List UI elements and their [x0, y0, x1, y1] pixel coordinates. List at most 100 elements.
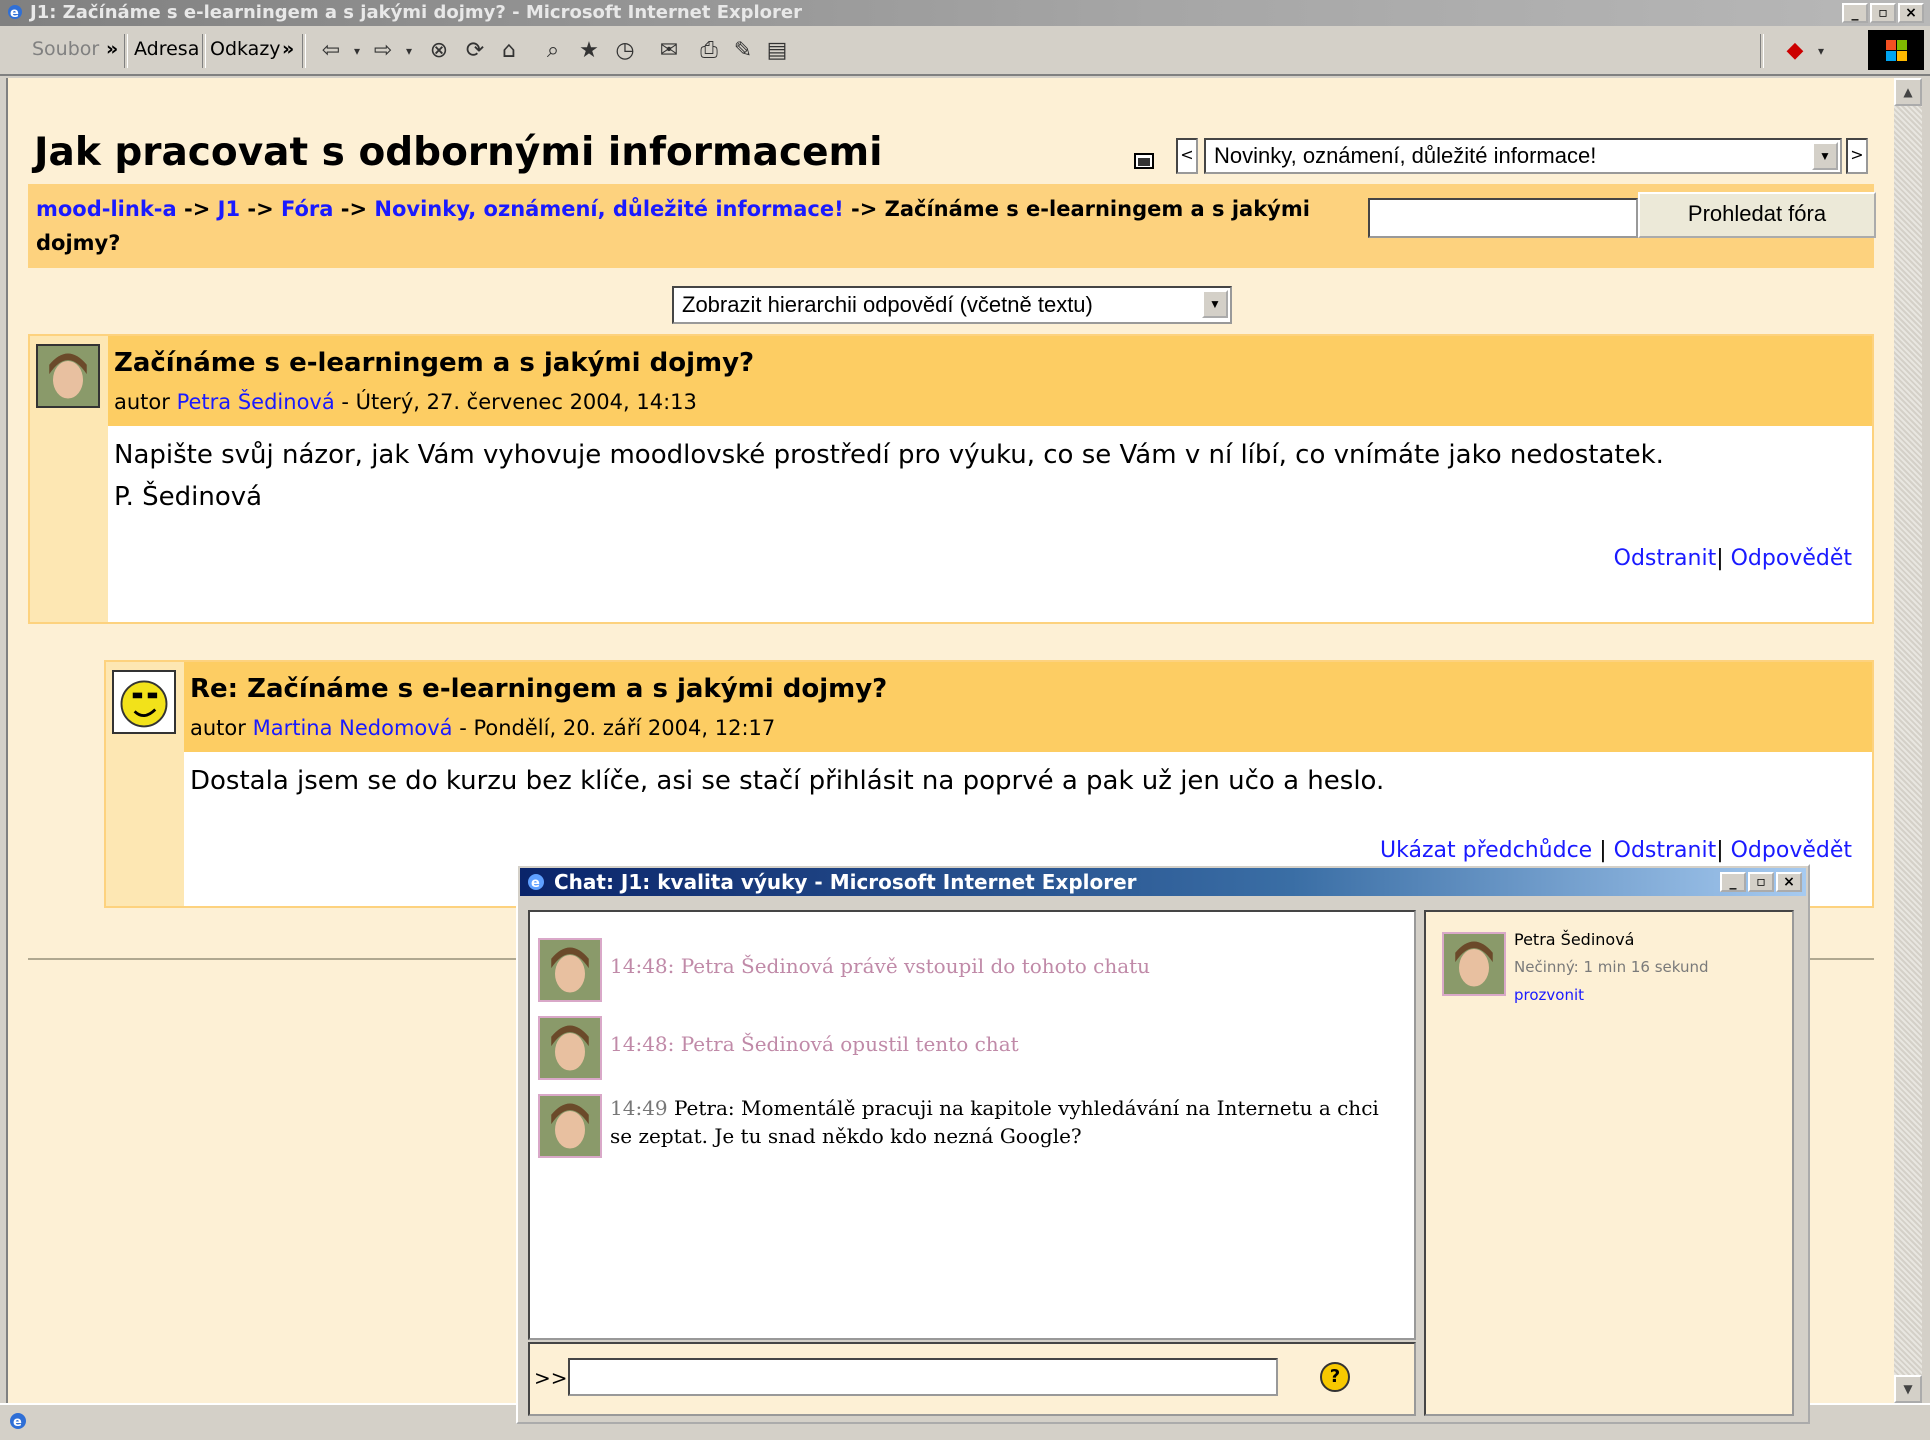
browser-toolbar: Soubor » Adresa Odkazy » ⇦ ▾ ⇨ ▾ ⊗ ⟳ ⌂ ⌕… — [0, 26, 1930, 76]
chat-message-input[interactable] — [568, 1358, 1278, 1396]
home-icon[interactable]: ⌂ — [496, 38, 522, 64]
toolbar-chevron-1[interactable]: » — [106, 38, 118, 60]
breadcrumb-course[interactable]: J1 — [218, 197, 240, 221]
user-name: Petra Šedinová — [1514, 930, 1635, 949]
refresh-icon[interactable]: ⟳ — [462, 38, 488, 64]
author-link[interactable]: Martina Nedomová — [253, 716, 453, 740]
chat-window: e Chat: J1: kvalita výuky - Microsoft In… — [516, 864, 1810, 1424]
avatar — [538, 938, 602, 1002]
maximize-button[interactable]: ▫ — [1870, 3, 1896, 23]
toolbar-separator — [124, 34, 128, 68]
back-icon[interactable]: ⇦ — [318, 38, 344, 64]
forward-dropdown-icon[interactable]: ▾ — [396, 38, 422, 64]
favorites-icon[interactable]: ★ — [576, 38, 602, 64]
post-body-line: Dostala jsem se do kurzu bez klíče, asi … — [190, 766, 1385, 796]
scroll-down-icon[interactable]: ▼ — [1894, 1375, 1922, 1403]
toolbar-chevron-2[interactable]: » — [282, 38, 294, 60]
forum-jump-select[interactable]: Novinky, oznámení, důležité informace! ▼ — [1204, 138, 1842, 174]
acrobat-dropdown-icon[interactable]: ▾ — [1808, 38, 1834, 64]
forward-icon[interactable]: ⇨ — [370, 38, 396, 64]
scroll-up-icon[interactable]: ▲ — [1894, 78, 1922, 106]
forum-jump-value: Novinky, oznámení, důležité informace! — [1214, 143, 1597, 168]
chevron-down-icon[interactable]: ▼ — [1202, 290, 1228, 318]
message-time: 14:49 — [610, 1096, 668, 1120]
chat-system-message: 14:48: Petra Šedinová opustil tento chat — [610, 1032, 1019, 1056]
post-body: Napište svůj názor, jak Vám vyhovuje moo… — [114, 434, 1862, 518]
reply-link[interactable]: Odpovědět — [1731, 838, 1852, 863]
display-mode-select[interactable]: Zobrazit hierarchii odpovědí (včetně tex… — [672, 286, 1232, 324]
search-forums-button[interactable]: Prohledat fóra — [1638, 192, 1876, 238]
post-subject: Začínáme s e-learningem a s jakými dojmy… — [114, 348, 755, 378]
chat-messages-pane: 14:48: Petra Šedinová právě vstoupil do … — [528, 910, 1416, 1340]
windows-logo-icon — [1868, 30, 1924, 70]
avatar — [538, 1094, 602, 1158]
search-icon[interactable]: ⌕ — [540, 38, 566, 64]
beep-link[interactable]: prozvonit — [1514, 986, 1584, 1004]
chat-prompt: >> — [534, 1366, 568, 1390]
post-commands: Odstranit| Odpovědět — [1613, 546, 1852, 571]
show-parent-link[interactable]: Ukázat předchůdce — [1380, 838, 1592, 863]
chat-system-message: 14:48: Petra Šedinová právě vstoupil do … — [610, 954, 1151, 978]
delete-link[interactable]: Odstranit — [1614, 546, 1717, 571]
chevron-down-icon[interactable]: ▼ — [1812, 142, 1838, 170]
breadcrumb-separator: -> — [851, 197, 878, 221]
back-dropdown-icon[interactable]: ▾ — [344, 38, 370, 64]
post-subject: Re: Začínáme s e-learningem a s jakými d… — [190, 674, 888, 704]
avatar — [538, 1016, 602, 1080]
chat-input-area: >> ? — [528, 1342, 1416, 1416]
breadcrumb-forums[interactable]: Fóra — [281, 197, 333, 221]
post-body-line: P. Šedinová — [114, 482, 263, 512]
help-icon[interactable]: ? — [1320, 1362, 1350, 1392]
file-menu[interactable]: Soubor — [32, 38, 99, 60]
post-sidebar — [30, 336, 108, 622]
minimize-button[interactable]: _ — [1720, 872, 1746, 892]
chat-titlebar: e Chat: J1: kvalita výuky - Microsoft In… — [520, 868, 1806, 896]
breadcrumb: mood-link-a -> J1 -> Fóra -> Novinky, oz… — [36, 192, 1316, 260]
ie-logo-icon: e — [528, 874, 544, 891]
acrobat-icon[interactable]: ◆ — [1782, 38, 1808, 64]
minimize-button[interactable]: _ — [1842, 3, 1868, 23]
vertical-scrollbar[interactable]: ▲ ▼ — [1894, 78, 1922, 1403]
avatar[interactable] — [1442, 932, 1506, 996]
links-bar-button[interactable]: Odkazy — [210, 38, 281, 60]
chat-user-message: 14:49 Petra: Momentálě pracuji na kapito… — [610, 1094, 1379, 1150]
message-sender: Petra: — [674, 1096, 735, 1120]
address-bar-button[interactable]: Adresa — [134, 38, 199, 60]
forum-jump-icon[interactable] — [1133, 150, 1155, 172]
svg-text:e: e — [531, 876, 540, 891]
discuss-icon[interactable]: ▤ — [764, 38, 790, 64]
author-prefix: autor — [114, 390, 170, 414]
close-button[interactable]: × — [1898, 3, 1924, 23]
post-date: - Pondělí, 20. září 2004, 12:17 — [459, 716, 776, 740]
user-idle-status: Nečinný: 1 min 16 sekund — [1514, 958, 1709, 976]
delete-link[interactable]: Odstranit — [1614, 838, 1717, 863]
close-button[interactable]: × — [1776, 872, 1802, 892]
author-link[interactable]: Petra Šedinová — [177, 390, 335, 414]
mail-icon[interactable]: ✉ — [656, 38, 682, 64]
avatar[interactable] — [36, 344, 100, 408]
ie-page-icon: e — [10, 1413, 26, 1430]
toolbar-separator — [1760, 34, 1764, 68]
history-icon[interactable]: ◷ — [612, 38, 638, 64]
next-forum-button[interactable]: > — [1846, 138, 1868, 174]
stop-icon[interactable]: ⊗ — [426, 38, 452, 64]
breadcrumb-site[interactable]: mood-link-a — [36, 197, 177, 221]
toolbar-separator — [302, 34, 306, 68]
edit-icon[interactable]: ✎ — [730, 38, 756, 64]
previous-forum-button[interactable]: < — [1176, 138, 1198, 174]
avatar[interactable] — [112, 670, 176, 734]
post-body: Dostala jsem se do kurzu bez klíče, asi … — [190, 760, 1862, 802]
maximize-button[interactable]: ▫ — [1748, 872, 1774, 892]
toolbar-separator — [202, 34, 206, 68]
browser-titlebar: e J1: Začínáme s e-learningem a s jakými… — [0, 0, 1930, 26]
print-icon[interactable]: ⎙ — [696, 38, 722, 64]
page-title: Jak pracovat s odbornými informacemi — [34, 130, 883, 175]
forum-search-input[interactable] — [1368, 198, 1638, 238]
display-mode-value: Zobrazit hierarchii odpovědí (včetně tex… — [682, 292, 1093, 317]
breadcrumb-forum[interactable]: Novinky, oznámení, důležité informace! — [374, 197, 843, 221]
post-byline: autor Martina Nedomová - Pondělí, 20. zá… — [190, 716, 775, 740]
forum-post: Začínáme s e-learningem a s jakými dojmy… — [28, 334, 1874, 624]
svg-text:e: e — [10, 6, 19, 21]
post-body-line: Napište svůj názor, jak Vám vyhovuje moo… — [114, 440, 1664, 470]
reply-link[interactable]: Odpovědět — [1731, 546, 1852, 571]
